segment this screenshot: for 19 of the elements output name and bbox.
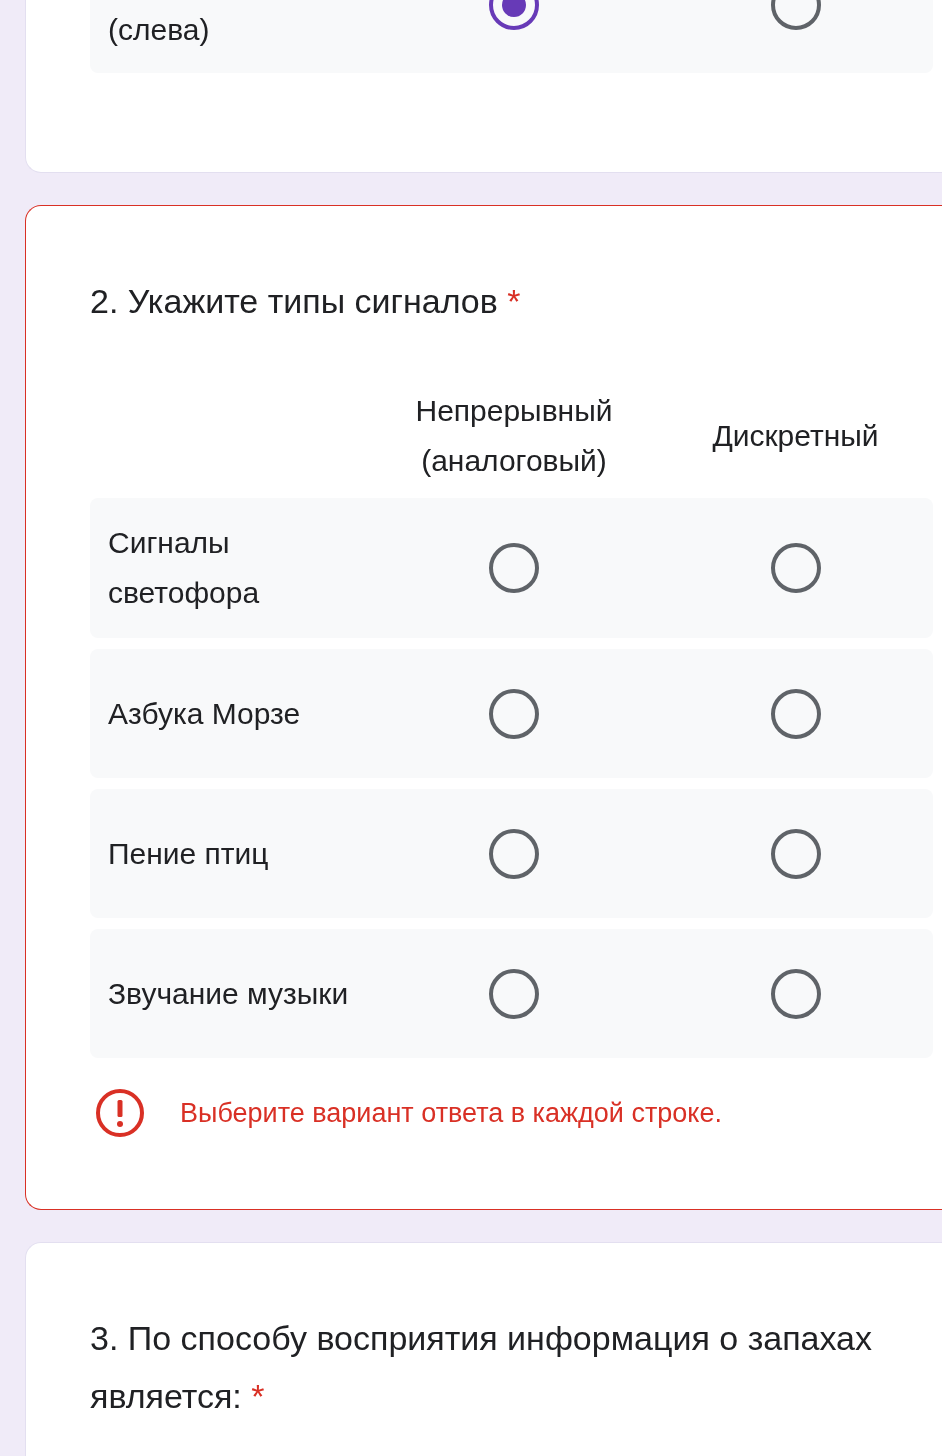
radio-button[interactable] — [770, 968, 821, 1019]
row-label: Звучание музыки — [107, 975, 350, 1012]
question-title: 2. Укажите типы сигналов * — [90, 281, 522, 322]
row-label: Сигналы светофора — [107, 525, 261, 611]
radio-button[interactable] — [489, 688, 539, 739]
question-title: 3. По способу восприятия информация о запахах является: * — [90, 1318, 873, 1417]
column-header: Непрерывный (аналоговый) — [414, 393, 614, 479]
radio-button[interactable] — [489, 968, 539, 1019]
row-label: Пение птиц — [107, 835, 270, 872]
error-icon — [94, 1087, 146, 1139]
radio-button[interactable] — [770, 828, 821, 879]
column-header: Дискретный — [711, 418, 880, 454]
error-message: Выберите вариант ответа в каждой строке. — [180, 1097, 722, 1129]
row-label: (слева) — [107, 12, 211, 48]
radio-button[interactable] — [489, 828, 539, 879]
radio-button[interactable] — [770, 543, 821, 593]
radio-button[interactable] — [770, 688, 821, 739]
radio-button[interactable] — [489, 543, 539, 593]
row-label: Азбука Морзе — [107, 695, 302, 732]
